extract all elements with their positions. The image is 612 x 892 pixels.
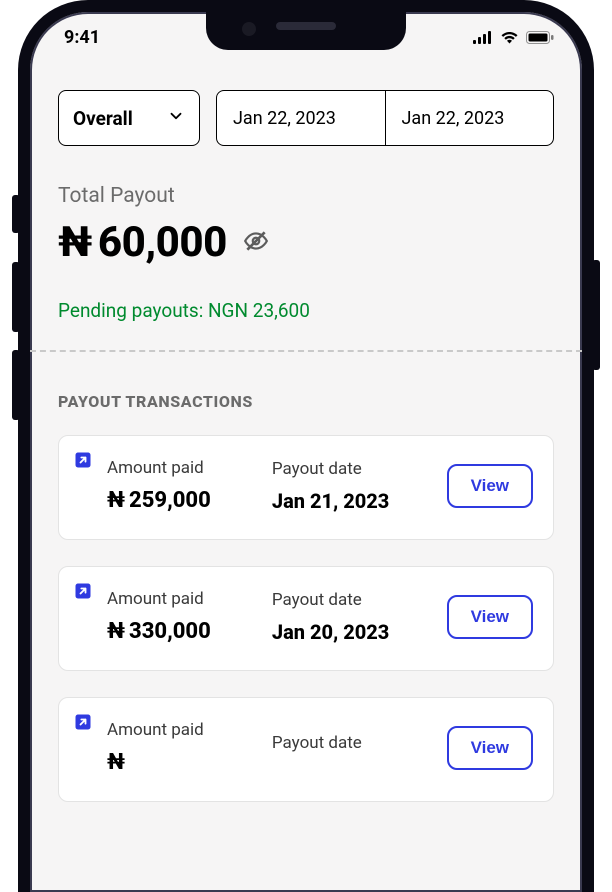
chevron-down-icon xyxy=(167,107,185,130)
external-link-icon xyxy=(73,712,93,736)
battery-icon xyxy=(526,31,554,44)
external-link-icon xyxy=(73,450,93,474)
transaction-amount: ₦ xyxy=(107,750,254,775)
wifi-icon xyxy=(500,31,519,44)
amount-paid-label: Amount paid xyxy=(107,720,254,740)
date-from-value: Jan 22, 2023 xyxy=(233,108,336,129)
filter-select-label: Overall xyxy=(73,107,133,130)
section-divider xyxy=(30,350,582,352)
filter-select-overall[interactable]: Overall xyxy=(58,90,200,146)
payout-date-label: Payout date xyxy=(272,733,429,753)
naira-symbol: ₦ xyxy=(107,750,125,775)
view-button[interactable]: View xyxy=(447,726,533,770)
total-payout-label: Total Payout xyxy=(58,184,554,208)
total-payout-value: 60,000 xyxy=(98,218,227,267)
amount-paid-label: Amount paid xyxy=(107,458,254,478)
naira-symbol: ₦ xyxy=(107,488,125,513)
naira-symbol: ₦ xyxy=(58,218,92,267)
date-to[interactable]: Jan 22, 2023 xyxy=(385,91,554,145)
pending-payouts-text: Pending payouts: NGN 23,600 xyxy=(58,299,554,322)
date-range-picker[interactable]: Jan 22, 2023 Jan 22, 2023 xyxy=(216,90,554,146)
transaction-amount: ₦ 259,000 xyxy=(107,488,254,513)
view-button[interactable]: View xyxy=(447,595,533,639)
transaction-amount-value: 259,000 xyxy=(129,488,211,513)
cellular-icon xyxy=(473,31,493,44)
payout-date-label: Payout date xyxy=(272,459,429,479)
transaction-date: Jan 20, 2023 xyxy=(272,620,429,644)
naira-symbol: ₦ xyxy=(107,619,125,644)
date-from[interactable]: Jan 22, 2023 xyxy=(217,91,385,145)
status-time: 9:41 xyxy=(64,27,100,48)
date-to-value: Jan 22, 2023 xyxy=(402,108,505,129)
visibility-toggle-icon[interactable] xyxy=(243,228,269,258)
transaction-card: Amount paid ₦ 259,000 Payout date Jan 21… xyxy=(58,435,554,540)
total-payout-amount: ₦ 60,000 xyxy=(58,218,227,267)
transaction-amount-value: 330,000 xyxy=(129,619,211,644)
payout-date-label: Payout date xyxy=(272,590,429,610)
filters-row: Overall Jan 22, 2023 Jan 22, 2023 xyxy=(58,90,554,146)
transactions-section-title: PAYOUT TRANSACTIONS xyxy=(58,392,554,411)
transaction-date: Jan 21, 2023 xyxy=(272,489,429,513)
external-link-icon xyxy=(73,581,93,605)
view-button[interactable]: View xyxy=(447,464,533,508)
amount-paid-label: Amount paid xyxy=(107,589,254,609)
transaction-card: Amount paid ₦ Payout date View xyxy=(58,697,554,802)
phone-notch xyxy=(206,12,406,50)
transaction-amount: ₦ 330,000 xyxy=(107,619,254,644)
transaction-card: Amount paid ₦ 330,000 Payout date Jan 20… xyxy=(58,566,554,671)
